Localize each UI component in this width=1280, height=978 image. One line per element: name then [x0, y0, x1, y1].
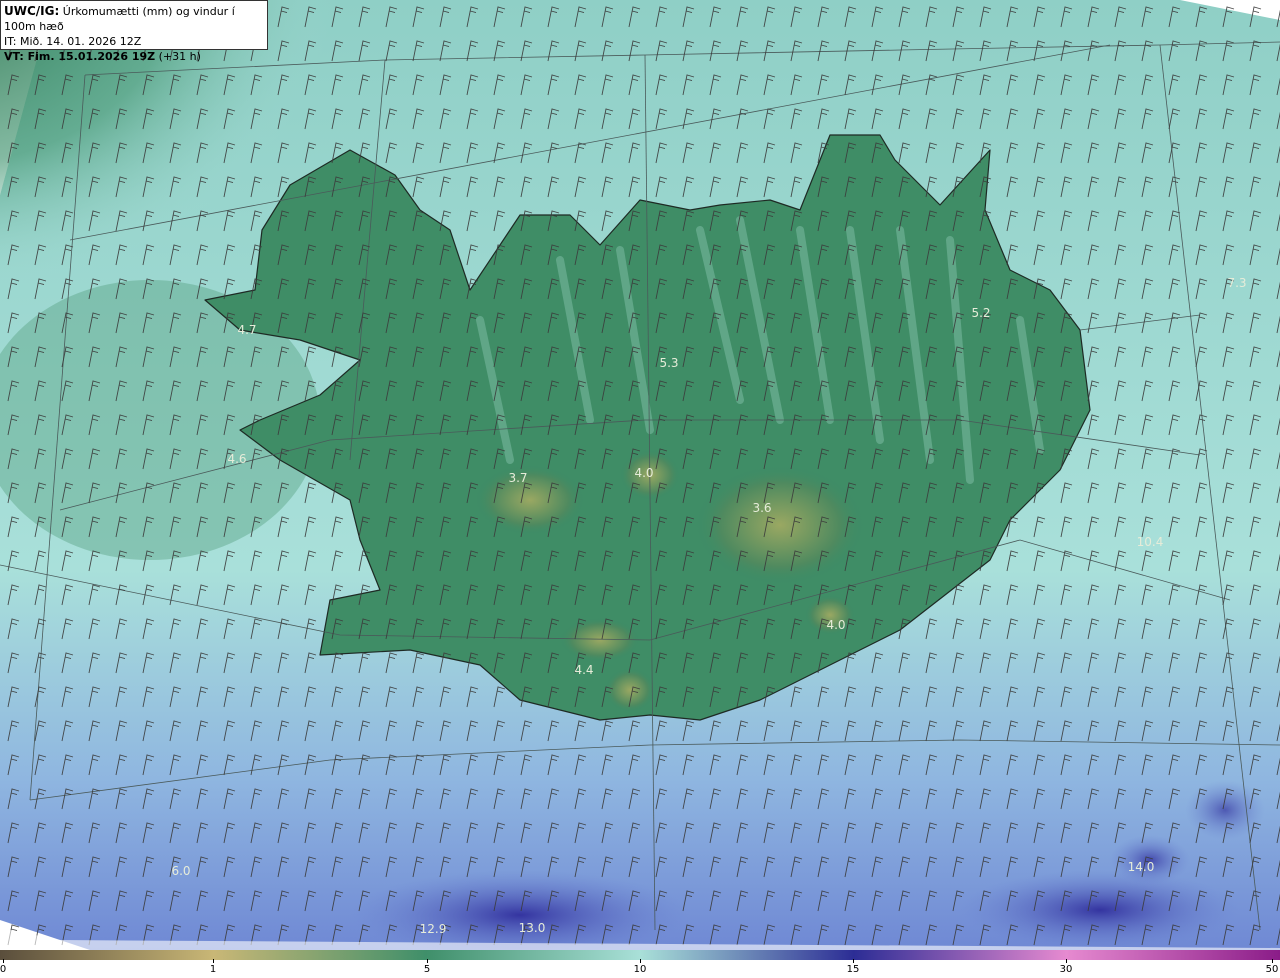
colorbar-tick-mark: [3, 959, 4, 963]
colorbar-tick-mark: [1272, 959, 1273, 963]
value-label: 3.7: [508, 471, 528, 485]
value-label: 4.0: [826, 618, 846, 632]
lead-time: (+31 h): [155, 50, 201, 63]
colorbar-tick-label: 1: [209, 964, 217, 975]
colorbar-tick-label: 10: [633, 964, 647, 975]
value-label: 14.0: [1127, 860, 1155, 874]
value-label: 4.0: [634, 466, 654, 480]
value-label: 5.3: [659, 356, 679, 370]
colorbar-tick-label: 50: [1265, 964, 1279, 975]
colorbar-tick-label: 5: [423, 964, 431, 975]
colorbar-tick-label: 30: [1059, 964, 1073, 975]
value-label: 13.0: [518, 921, 546, 935]
colorbar: 0 1 5 10 15 30 50: [0, 950, 1280, 978]
value-label: 7.3: [1227, 276, 1247, 290]
colorbar-tick-mark: [427, 959, 428, 963]
value-label: 5.2: [971, 306, 991, 320]
value-label: 10.4: [1136, 535, 1164, 549]
valid-time: VT: Fim. 15.01.2026 19Z: [4, 50, 156, 63]
model-code: UWC/IG:: [4, 4, 60, 18]
valid-time-line: VT: Fim. 15.01.2026 19Z (+31 h): [4, 49, 264, 64]
colorbar-tick-label: 0: [0, 964, 7, 975]
value-label: 3.6: [752, 501, 772, 515]
title-line: UWC/IG: Úrkomumætti (mm) og vindur í 100…: [4, 4, 264, 34]
colorbar-tick-mark: [1066, 959, 1067, 963]
value-label: 4.4: [574, 663, 594, 677]
colorbar-tick-mark: [213, 959, 214, 963]
map-header: UWC/IG: Úrkomumætti (mm) og vindur í 100…: [0, 0, 268, 63]
colorbar-tick-mark: [640, 959, 641, 963]
value-label: 12.9: [419, 922, 447, 936]
initial-time: IT: Mið. 14. 01. 2026 12Z: [4, 35, 142, 48]
colorbar-tick-mark: [853, 959, 854, 963]
value-label: 4.7: [237, 323, 257, 337]
colorbar-tick-label: 15: [846, 964, 860, 975]
value-label: 4.6: [227, 452, 247, 466]
value-label: 6.0: [171, 864, 191, 878]
